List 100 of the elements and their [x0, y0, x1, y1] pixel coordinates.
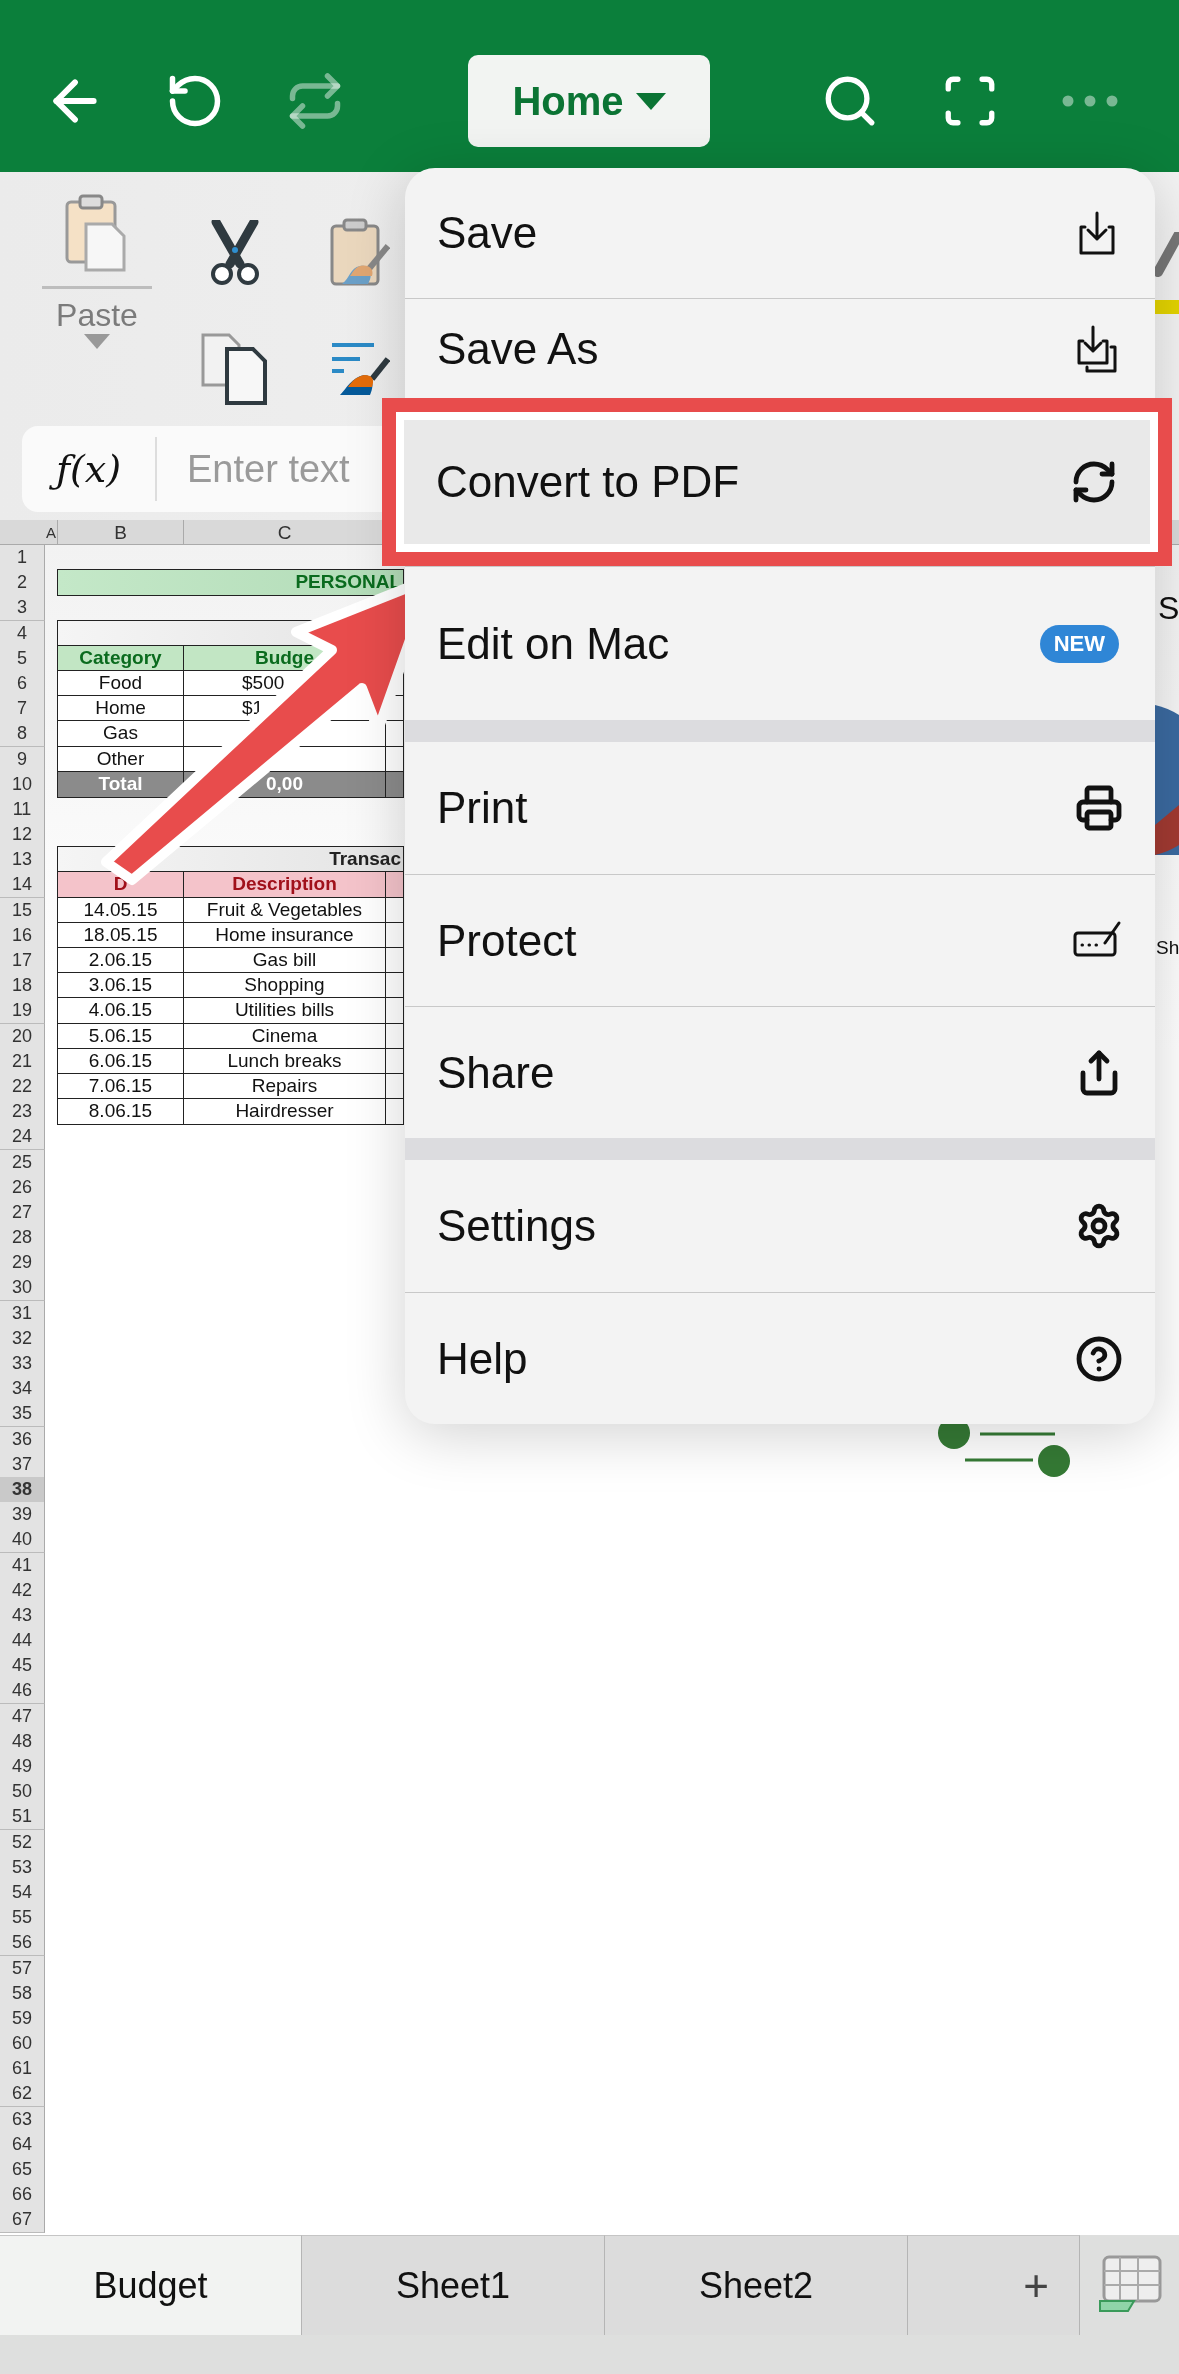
row-number: 20: [0, 1023, 45, 1050]
chart-title: S: [1158, 590, 1179, 627]
print-icon: [1075, 784, 1123, 832]
row-number: 3: [0, 595, 45, 622]
row-number: 29: [0, 1250, 45, 1277]
menu-item[interactable]: Protect: [405, 874, 1155, 1006]
table-cell: Gas: [57, 720, 184, 748]
sheet-tab[interactable]: Sheet2: [605, 2235, 908, 2335]
row-number: 31: [0, 1300, 45, 1327]
row-number: 62: [0, 2081, 45, 2108]
row-number: 56: [0, 1930, 45, 1957]
sheet-tab[interactable]: Sheet1: [302, 2235, 605, 2335]
row-number: 15: [0, 897, 45, 924]
row-number: 65: [0, 2157, 45, 2183]
row-number: 55: [0, 1905, 45, 1932]
row-number: 2: [0, 570, 45, 597]
row-number: 5: [0, 645, 45, 672]
row-number: 36: [0, 1426, 45, 1453]
row-number: 33: [0, 1351, 45, 1377]
menu-item[interactable]: Settings: [405, 1160, 1155, 1292]
row-number: 25: [0, 1149, 45, 1176]
row-number: 48: [0, 1728, 45, 1755]
menu-item[interactable]: Print: [405, 742, 1155, 874]
row-number: 34: [0, 1376, 45, 1403]
table-title: Sh: [1156, 937, 1179, 959]
row-number: 8: [0, 721, 45, 748]
row-number: 10: [0, 771, 45, 798]
row-number: 22: [0, 1073, 45, 1100]
row-number: 18: [0, 973, 45, 1000]
row-number: 17: [0, 948, 45, 974]
row-number: 32: [0, 1325, 45, 1352]
row-number: 39: [0, 1502, 45, 1529]
row-number: 58: [0, 1980, 45, 2007]
function-button[interactable]: ƒ(x): [22, 437, 157, 501]
header-cell: Description: [183, 871, 386, 899]
row-number: 43: [0, 1602, 45, 1629]
sheet-tab[interactable]: Budget: [0, 2235, 302, 2335]
row-number: 35: [0, 1401, 45, 1428]
add-sheet-button[interactable]: +: [908, 2235, 1080, 2335]
menu-item[interactable]: Help: [405, 1292, 1155, 1424]
clear-format-icon[interactable]: [329, 341, 390, 397]
column-header[interactable]: A: [45, 520, 58, 544]
row-number: 24: [0, 1124, 45, 1151]
row-number: 53: [0, 1854, 45, 1881]
row-number: 21: [0, 1048, 45, 1075]
row-number: 46: [0, 1678, 45, 1705]
row-number: 40: [0, 1527, 45, 1554]
row-number: 61: [0, 2056, 45, 2083]
row-number: 12: [0, 822, 45, 849]
row-number: 51: [0, 1804, 45, 1831]
table-cell: 4.06.15: [57, 997, 184, 1025]
row-number: 64: [0, 2131, 45, 2158]
row-number: 37: [0, 1451, 45, 1478]
row-number: 67: [0, 2207, 45, 2234]
row-number: 1: [0, 545, 45, 571]
row-number: 41: [0, 1552, 45, 1579]
table-cell: 2.06.15: [57, 947, 184, 974]
caret-icon: [635, 91, 666, 111]
menu-item[interactable]: Convert to PDF: [404, 420, 1150, 544]
paste-label[interactable]: Paste: [56, 297, 138, 334]
row-number: 26: [0, 1174, 45, 1201]
row-number: 23: [0, 1099, 45, 1126]
row-number: 63: [0, 2106, 45, 2133]
row-number: 4: [0, 620, 45, 647]
row-number: 59: [0, 2005, 45, 2032]
row-number: 54: [0, 1879, 45, 1906]
table-cell: 3.06.15: [57, 972, 184, 1000]
table-cell: Home: [57, 695, 184, 723]
row-number: 49: [0, 1754, 45, 1780]
help-icon: [1075, 1334, 1123, 1383]
row-number: 19: [0, 998, 45, 1025]
row-number: 13: [0, 847, 45, 874]
table-cell: [385, 770, 404, 798]
row-number: 38: [0, 1476, 45, 1503]
row-number: 11: [0, 796, 45, 823]
ribbon-tab-dropdown[interactable]: Home: [468, 55, 710, 147]
row-number: 57: [0, 1955, 45, 1982]
row-number: 42: [0, 1577, 45, 1604]
row-number: 28: [0, 1225, 45, 1252]
table-cell: 8.06.15: [57, 1098, 184, 1126]
row-number: 14: [0, 872, 45, 899]
row-number: 66: [0, 2182, 45, 2209]
new-badge: NEW: [1039, 624, 1119, 663]
row-number: 7: [0, 696, 45, 723]
row-number: 44: [0, 1628, 45, 1655]
row-number: 30: [0, 1275, 45, 1302]
row-number: 9: [0, 746, 45, 773]
column-header[interactable]: B: [58, 520, 184, 544]
row-number: 16: [0, 922, 45, 949]
row-number: 27: [0, 1199, 45, 1226]
row-number: 6: [0, 670, 45, 697]
row-number: 50: [0, 1779, 45, 1806]
row-number: 45: [0, 1653, 45, 1680]
copy-icon[interactable]: [200, 333, 269, 405]
grid-icon: [1097, 2255, 1162, 2315]
menu-item[interactable]: Save: [405, 168, 1155, 298]
table-cell: Hairdresser: [183, 1098, 386, 1126]
row-number: 60: [0, 2031, 45, 2058]
header-cell: [385, 871, 404, 899]
more-icon: [1062, 95, 1118, 107]
